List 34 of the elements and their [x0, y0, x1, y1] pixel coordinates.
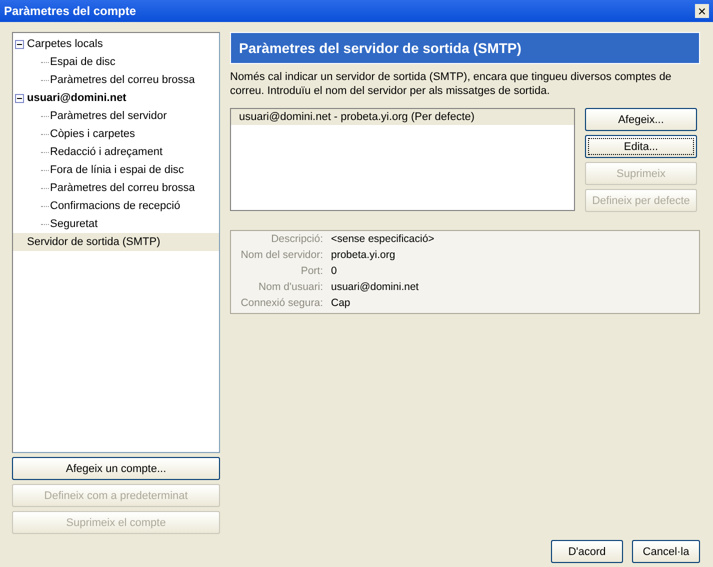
tree-item[interactable]: Fora de línia i espai de disc: [13, 161, 219, 179]
detail-value: usuari@domini.net: [331, 281, 420, 295]
account-button[interactable]: Afegeix un compte...: [12, 457, 220, 480]
tree-item[interactable]: usuari@domini.net: [13, 89, 219, 107]
tree-item[interactable]: Còpies i carpetes: [13, 125, 219, 143]
dialog-button[interactable]: Cancel·la: [632, 540, 700, 563]
tree-item[interactable]: Redacció i adreçament: [13, 143, 219, 161]
server-button[interactable]: Edita...: [585, 135, 697, 158]
tree-item[interactable]: Paràmetres del correu brossa: [13, 71, 219, 89]
detail-value: <sense especificació>: [331, 233, 436, 247]
detail-value: Cap: [331, 297, 352, 311]
dialog-button[interactable]: D'acord: [551, 540, 623, 563]
detail-label: Port:: [300, 265, 323, 279]
tree-item[interactable]: Carpetes locals: [13, 35, 219, 53]
tree-item[interactable]: Espai de disc: [13, 53, 219, 71]
tree-item[interactable]: Paràmetres del correu brossa: [13, 179, 219, 197]
description-text: Només cal indicar un servidor de sortida (SMTP), encara que tingueu diversos comptes de correu. Introduïu el nom del servidor per als missatges de sortida.: [230, 70, 672, 98]
tree-item[interactable]: Paràmetres del servidor: [13, 107, 219, 125]
server-button[interactable]: Afegeix...: [585, 108, 697, 131]
tree-item[interactable]: Servidor de sortida (SMTP): [13, 233, 219, 251]
detail-label: Nom d'usuari:: [258, 281, 323, 295]
collapse-icon[interactable]: [15, 40, 24, 48]
detail-label: Connexió segura:: [240, 297, 323, 311]
close-button[interactable]: ×: [694, 4, 709, 18]
collapse-icon[interactable]: [15, 94, 24, 102]
detail-label: Descripció:: [270, 233, 323, 247]
panel-header: Paràmetres del servidor de sortida (SMTP): [230, 32, 700, 64]
tree-item[interactable]: Seguretat: [13, 215, 219, 233]
detail-value: probeta.yi.org: [331, 249, 396, 263]
window-title: Paràmetres del compte: [4, 4, 136, 18]
server-list-item[interactable]: usuari@domini.net - probeta.yi.org (Per defecte): [231, 109, 574, 125]
tree-item[interactable]: Confirmacions de recepció: [13, 197, 219, 215]
detail-label: Nom del servidor:: [240, 249, 323, 263]
detail-value: 0: [331, 265, 338, 279]
